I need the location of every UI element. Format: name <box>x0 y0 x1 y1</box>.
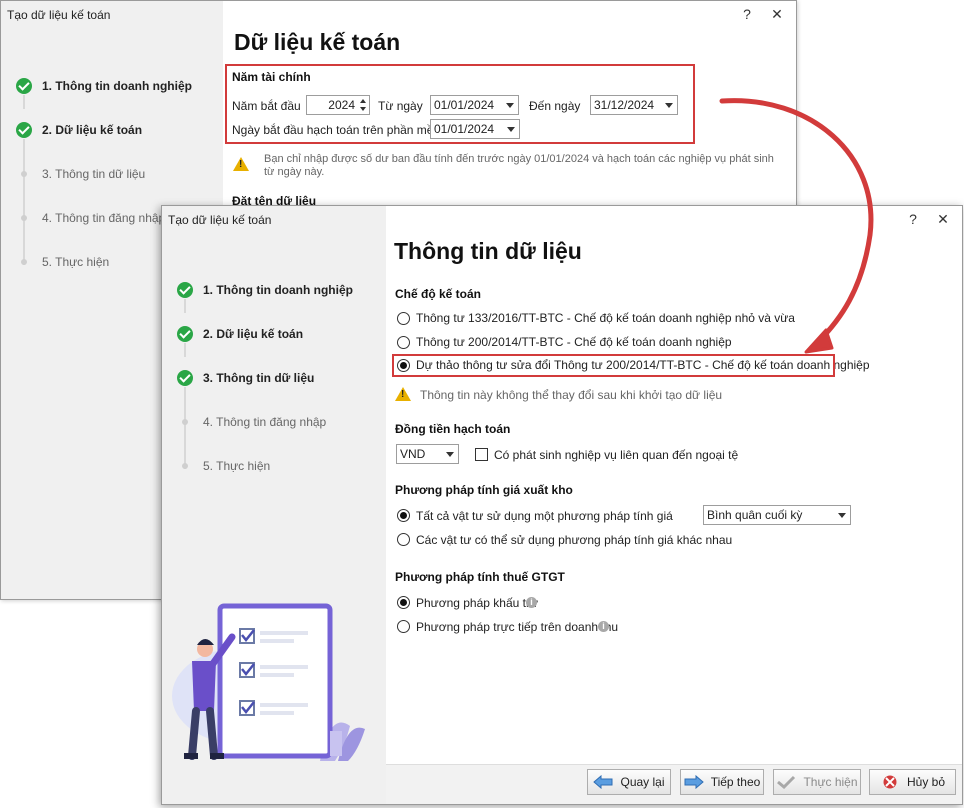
vat-radio-direct[interactable] <box>397 620 410 633</box>
step-connector <box>23 139 25 265</box>
step-connector <box>23 95 25 109</box>
info-icon[interactable]: i <box>598 621 609 632</box>
inventory-option-multi[interactable]: Các vật tư có thể sử dụng phương pháp tí… <box>416 533 732 547</box>
checkmark-icon <box>177 282 193 298</box>
inventory-option-single[interactable]: Tất cả vật tư sử dụng một phương pháp tí… <box>416 509 673 523</box>
step-company-info: 1. Thông tin doanh nghiệp <box>15 76 192 96</box>
next-button[interactable]: Tiếp theo <box>680 769 764 795</box>
back-button[interactable]: Quay lại <box>587 769 671 795</box>
regime-option-200[interactable]: Thông tư 200/2014/TT-BTC - Chế độ kế toá… <box>416 335 732 349</box>
fiscal-year-highlight <box>225 64 695 144</box>
arrow-left-icon <box>593 775 613 789</box>
vat-radio-deduct[interactable] <box>397 596 410 609</box>
step-dot-icon <box>21 259 27 265</box>
page-title: Thông tin dữ liệu <box>394 238 582 264</box>
page-title: Dữ liệu kế toán <box>234 29 401 55</box>
regime-radio-133[interactable] <box>397 312 410 325</box>
step-data-info: 3. Thông tin dữ liệu <box>176 368 314 388</box>
inventory-method-select[interactable]: Bình quân cuối kỳ <box>703 505 851 525</box>
warning-text-line2: từ ngày này. <box>264 166 325 178</box>
step-accounting-data: 2. Dữ liệu kế toán <box>176 324 303 344</box>
cancel-icon <box>883 775 897 789</box>
execute-button[interactable]: Thực hiện <box>773 769 861 795</box>
foreign-currency-label: Có phát sinh nghiệp vụ liên quan đến ngo… <box>494 448 739 462</box>
info-icon[interactable]: i <box>526 597 537 608</box>
window-title: Tạo dữ liệu kế toán <box>7 8 111 22</box>
vat-option-direct[interactable]: Phương pháp trực tiếp trên doanh thu <box>416 620 618 634</box>
cancel-button[interactable]: Hủy bỏ <box>869 769 956 795</box>
front-dialog: Tạo dữ liệu kế toán 1. Thông tin doanh n… <box>161 205 963 805</box>
checklist-illustration <box>172 603 365 761</box>
step-dot-icon <box>21 215 27 221</box>
regime-note: Thông tin này không thể thay đổi sau khi… <box>420 388 723 402</box>
warning-icon: ! <box>395 387 411 401</box>
step-connector <box>184 343 186 357</box>
wizard-sidebar: Tạo dữ liệu kế toán 1. Thông tin doanh n… <box>162 206 386 804</box>
checkmark-icon <box>777 775 796 789</box>
checkmark-icon <box>16 122 32 138</box>
step-company-info: 1. Thông tin doanh nghiệp <box>176 280 353 300</box>
chevron-down-icon <box>446 452 454 457</box>
regime-highlight <box>392 354 835 377</box>
warning-text-line1: Bạn chỉ nhập được số dư ban đầu tính đến… <box>264 153 774 165</box>
foreign-currency-checkbox[interactable] <box>475 448 488 461</box>
help-button[interactable]: ? <box>906 210 920 228</box>
regime-radio-200[interactable] <box>397 336 410 349</box>
window-controls: ? ✕ <box>740 5 784 23</box>
window-controls: ? ✕ <box>906 210 950 228</box>
checkmark-icon <box>177 370 193 386</box>
help-button[interactable]: ? <box>740 5 754 23</box>
regime-option-133[interactable]: Thông tư 133/2016/TT-BTC - Chế độ kế toá… <box>416 311 795 325</box>
vat-option-deduct[interactable]: Phương pháp khấu trừ <box>416 596 538 610</box>
warning-icon: ! <box>233 157 249 171</box>
close-button[interactable]: ✕ <box>936 210 950 228</box>
regime-section-title: Chế độ kế toán <box>395 287 482 301</box>
step-accounting-data: 2. Dữ liệu kế toán <box>15 120 142 140</box>
inventory-radio-multi[interactable] <box>397 533 410 546</box>
step-data-info: 3. Thông tin dữ liệu <box>15 164 145 184</box>
checkmark-icon <box>177 326 193 342</box>
chevron-down-icon <box>838 513 846 518</box>
vat-section-title: Phương pháp tính thuế GTGT <box>395 570 565 584</box>
inventory-radio-single[interactable] <box>397 509 410 522</box>
step-login-info: 4. Thông tin đăng nhập <box>176 412 326 432</box>
step-dot-icon <box>21 171 27 177</box>
currency-section-title: Đồng tiền hạch toán <box>395 422 511 436</box>
window-title: Tạo dữ liệu kế toán <box>168 213 272 227</box>
step-dot-icon <box>182 419 188 425</box>
step-login-info: 4. Thông tin đăng nhập <box>15 208 165 228</box>
step-execute: 5. Thực hiện <box>176 456 270 476</box>
checkmark-icon <box>16 78 32 94</box>
arrow-right-icon <box>684 775 704 789</box>
step-connector <box>184 299 186 313</box>
currency-select[interactable]: VND <box>396 444 459 464</box>
step-dot-icon <box>182 463 188 469</box>
close-button[interactable]: ✕ <box>770 5 784 23</box>
inventory-section-title: Phương pháp tính giá xuất kho <box>395 483 573 497</box>
step-execute: 5. Thực hiện <box>15 252 109 272</box>
